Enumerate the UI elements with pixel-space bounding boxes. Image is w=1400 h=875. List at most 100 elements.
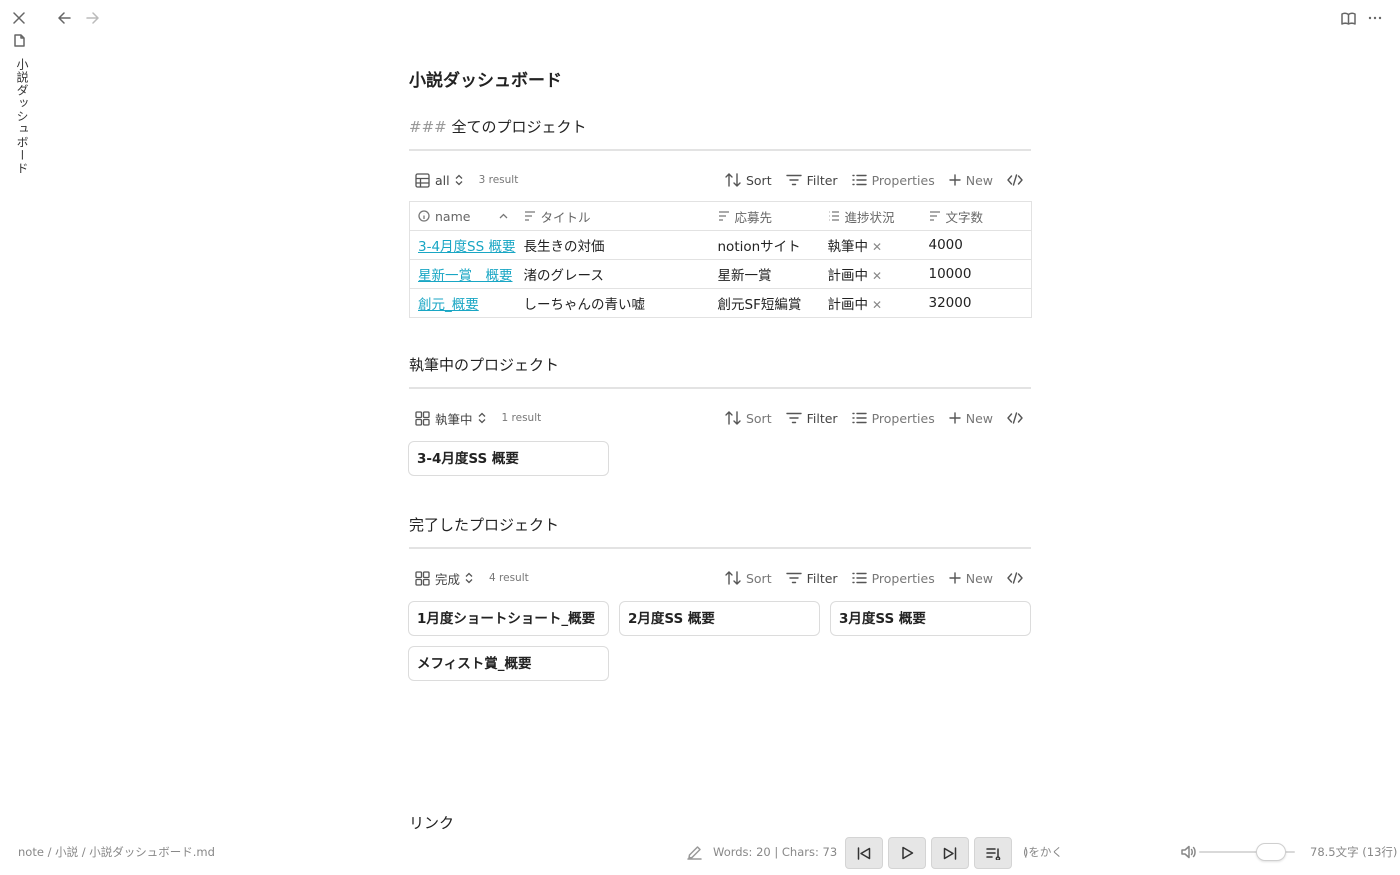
table-row: 創元_概要 しーちゃんの青い嘘 創元SF短編賞 計画中 ✕ 32000 [409, 288, 1032, 318]
remove-icon[interactable]: ✕ [872, 269, 882, 283]
cell-venue[interactable]: 創元SF短編賞 [709, 288, 820, 318]
result-count: 3 result [478, 174, 519, 186]
view-selector-completed[interactable]: 完成 [409, 569, 473, 588]
filter-button[interactable]: Filter [785, 172, 838, 188]
play-icon [901, 846, 913, 860]
status-value: 計画中 [827, 297, 869, 313]
filter-label: Filter [806, 172, 838, 188]
sort-button[interactable]: Sort [725, 571, 772, 586]
table-row: 3-4月度SS 概要 長生きの対価 notionサイト 執筆中 ✕ 4000 [409, 230, 1032, 260]
properties-label: Properties [871, 172, 935, 188]
code-icon [1007, 412, 1023, 424]
column-label: タイトル [540, 209, 591, 225]
sort-button[interactable]: Sort [725, 173, 772, 188]
sort-label: Sort [745, 410, 772, 426]
skip-back-button[interactable] [845, 837, 883, 869]
note-link[interactable]: 星新一賞 概要 [418, 268, 513, 284]
cell-title[interactable]: 渚のグレース [515, 259, 710, 289]
playlist-icon [985, 847, 1000, 860]
list-icon [851, 572, 867, 584]
cell-name[interactable]: 創元_概要 [409, 288, 516, 318]
column-header-chars[interactable]: 文字数 [920, 201, 1032, 231]
table-row: 星新一賞 概要 渚のグレース 星新一賞 計画中 ✕ 10000 [409, 259, 1032, 289]
project-card[interactable]: 1月度ショートショート_概要 [408, 601, 609, 636]
view-selector-all[interactable]: all [409, 173, 463, 188]
cell-name[interactable]: 3-4月度SS 概要 [409, 230, 516, 260]
file-icon[interactable] [12, 32, 26, 48]
vertical-tab-title[interactable]: 小説ダッシュボード [11, 58, 29, 175]
write-label: ≬をかく [1023, 845, 1063, 859]
close-icon[interactable] [11, 10, 27, 26]
code-view-button[interactable] [1007, 572, 1023, 584]
note-link[interactable]: 3-4月度SS 概要 [418, 239, 515, 255]
code-view-button[interactable] [1007, 174, 1023, 186]
column-header-venue[interactable]: 応募先 [709, 201, 820, 231]
sort-label: Sort [745, 172, 772, 188]
play-button[interactable] [888, 837, 926, 869]
volume-slider-thumb[interactable] [1256, 843, 1286, 861]
sort-button[interactable]: Sort [725, 411, 772, 426]
plus-icon [949, 572, 961, 584]
project-card[interactable]: メフィスト賞_概要 [408, 646, 609, 681]
plus-icon [949, 174, 961, 186]
back-arrow-icon[interactable] [56, 10, 72, 26]
result-count: 4 result [489, 572, 529, 584]
properties-button[interactable]: Properties [851, 172, 935, 188]
column-header-name[interactable]: name [409, 201, 516, 231]
char-stat: 78.5文字 (13行) [1310, 845, 1398, 859]
cell-venue[interactable]: 星新一賞 [709, 259, 820, 289]
project-card[interactable]: 3月度SS 概要 [830, 601, 1031, 636]
new-button[interactable]: New [949, 411, 993, 426]
view-name: 執筆中 [435, 411, 473, 427]
view-name: all [435, 172, 450, 188]
status-value: 執筆中 [827, 239, 869, 255]
cell-chars[interactable]: 10000 [920, 259, 1032, 289]
new-button[interactable]: New [949, 571, 993, 586]
cell-status[interactable]: 計画中 ✕ [819, 259, 921, 289]
reading-view-icon[interactable] [1339, 9, 1357, 27]
remove-icon[interactable]: ✕ [872, 240, 882, 254]
properties-button[interactable]: Properties [851, 571, 935, 586]
filter-button[interactable]: Filter [785, 571, 838, 586]
result-count: 1 result [501, 412, 542, 424]
breadcrumb[interactable]: note / 小説 / 小説ダッシュボード.md [18, 844, 215, 860]
sort-icon [725, 571, 741, 585]
sort-label: Sort [745, 570, 772, 586]
project-card[interactable]: 2月度SS 概要 [619, 601, 820, 636]
note-link[interactable]: 創元_概要 [418, 297, 479, 313]
pencil-icon[interactable] [685, 843, 703, 861]
more-options-icon[interactable] [1366, 9, 1384, 27]
text-property-icon [929, 211, 940, 221]
volume-icon[interactable] [1180, 843, 1198, 861]
properties-label: Properties [871, 410, 935, 426]
properties-button[interactable]: Properties [851, 410, 935, 426]
column-header-title[interactable]: タイトル [515, 201, 710, 231]
cell-chars[interactable]: 32000 [920, 288, 1032, 318]
cell-status[interactable]: 計画中 ✕ [819, 288, 921, 318]
column-header-status[interactable]: 進捗状況 [819, 201, 921, 231]
new-label: New [965, 410, 993, 426]
view-selector-writing[interactable]: 執筆中 [409, 409, 486, 428]
filter-button[interactable]: Filter [785, 411, 838, 426]
column-label: 応募先 [734, 209, 773, 225]
cell-title[interactable]: 長生きの対価 [515, 230, 710, 260]
section-heading-all-projects: ### 全てのプロジェクト [409, 116, 1031, 151]
playlist-button[interactable] [974, 837, 1012, 869]
cell-title[interactable]: しーちゃんの青い嘘 [515, 288, 710, 318]
forward-arrow-icon[interactable] [84, 10, 100, 26]
cards-view-icon [415, 410, 430, 426]
plus-icon [949, 412, 961, 424]
sort-icon [725, 173, 741, 187]
links-heading: リンク [409, 814, 455, 832]
project-card[interactable]: 3-4月度SS 概要 [408, 441, 609, 476]
code-view-button[interactable] [1007, 412, 1023, 424]
remove-icon[interactable]: ✕ [872, 298, 882, 312]
new-button[interactable]: New [949, 173, 993, 188]
cell-chars[interactable]: 4000 [920, 230, 1032, 260]
table-header-row: name タイトル 応募先 進捗状況 文字数 [409, 201, 1032, 231]
cell-status[interactable]: 執筆中 ✕ [819, 230, 921, 260]
skip-forward-button[interactable] [931, 837, 969, 869]
cell-venue[interactable]: notionサイト [709, 230, 820, 260]
cell-name[interactable]: 星新一賞 概要 [409, 259, 516, 289]
info-icon [418, 210, 430, 222]
